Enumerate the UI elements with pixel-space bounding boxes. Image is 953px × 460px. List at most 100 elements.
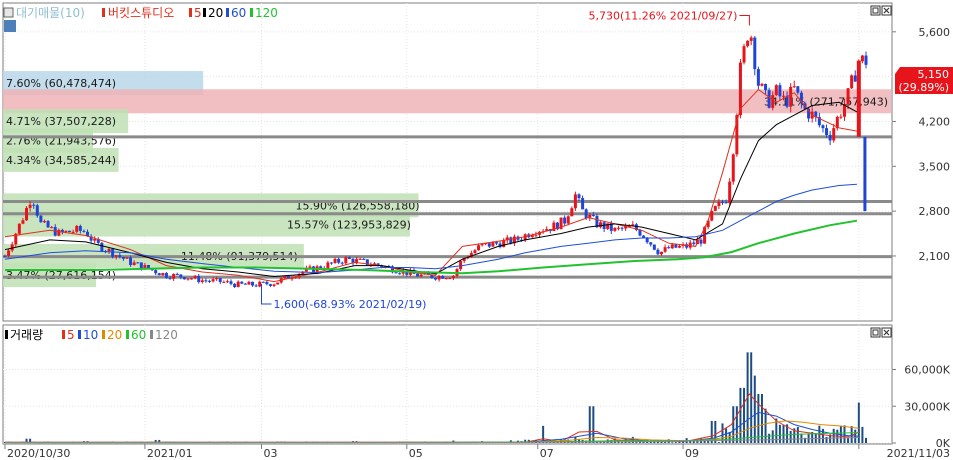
candle-body <box>272 284 276 286</box>
candle-body <box>638 229 642 236</box>
volume-bar <box>750 352 753 443</box>
candle-body <box>175 274 179 276</box>
volume-profile-label: 15.57% (123,953,829) <box>287 219 411 232</box>
candle-body <box>197 276 201 283</box>
candle-body <box>753 37 757 70</box>
candle-body <box>771 95 775 108</box>
candle-body <box>613 227 617 231</box>
candle-body <box>398 273 402 275</box>
legend-stock-title[interactable]: 버킷스튜디오 <box>108 6 174 20</box>
volume-bar <box>757 394 760 443</box>
candle-body <box>132 262 136 266</box>
close-icon[interactable] <box>881 5 892 16</box>
candle-body <box>473 250 477 254</box>
volume-legend-ma-20[interactable]: 20 <box>107 328 122 342</box>
candle-body <box>649 242 653 245</box>
volume-bar <box>847 438 850 443</box>
candle-body <box>93 239 97 241</box>
candle-body <box>254 285 258 287</box>
candle-body <box>674 244 678 248</box>
candle-body <box>190 278 194 280</box>
date-tick-label: 09 <box>685 447 699 460</box>
price-tick-label: 5,600 <box>919 26 951 39</box>
candle-body <box>258 281 262 287</box>
volume-profile-label: 7.60% (60,478,474) <box>6 77 116 90</box>
candle-body <box>839 116 843 118</box>
candle-body <box>451 275 455 279</box>
settings-icon[interactable] <box>3 7 14 18</box>
candle-body <box>344 257 348 264</box>
candle-body <box>774 85 778 96</box>
candle-body <box>667 247 671 249</box>
candle-body <box>78 225 82 231</box>
candle-body <box>268 284 272 286</box>
legend-ma-20[interactable]: 20 <box>208 6 223 20</box>
candle-body <box>419 274 423 277</box>
candle-body <box>749 37 753 41</box>
sidebar-toggle-icon[interactable] <box>4 20 16 32</box>
volume-bar <box>857 402 860 443</box>
low-annotation-label: 1,600(-68.93% 2021/02/19) <box>274 298 427 311</box>
legend-ma-120[interactable]: 120 <box>255 6 278 20</box>
candle-body <box>3 255 7 257</box>
volume-bar <box>664 442 667 443</box>
candle-body <box>233 283 237 287</box>
volume-legend-name[interactable]: 거래량 <box>10 328 43 342</box>
candle-body <box>200 280 204 283</box>
legend-indicator-name[interactable]: 대기매물(10) <box>16 6 85 20</box>
candle-body <box>746 40 750 47</box>
restore-icon[interactable] <box>870 5 881 16</box>
volume-legend-ma-10[interactable]: 10 <box>83 328 98 342</box>
candle-body <box>21 220 25 224</box>
date-tick-label: 05 <box>409 447 423 460</box>
candle-body <box>441 275 445 279</box>
candle-body <box>251 281 255 286</box>
candle-body <box>337 258 341 263</box>
candle-body <box>276 282 280 285</box>
candle-body <box>437 275 441 280</box>
volume-tick-label: 60,000K <box>904 364 950 377</box>
candle-body <box>243 283 247 285</box>
candle-body <box>168 277 172 279</box>
candle-body <box>677 245 681 248</box>
last-price-change: (29.89%) <box>898 81 949 94</box>
candle-body <box>100 242 104 252</box>
candle-body <box>699 239 703 244</box>
volume-legend-ma-5[interactable]: 5 <box>67 328 75 342</box>
candle-body <box>25 207 29 221</box>
candle-body <box>261 281 265 283</box>
volume-legend-ma-60[interactable]: 60 <box>131 328 146 342</box>
candle-body <box>64 230 68 232</box>
candle-body <box>566 216 570 224</box>
volume-bar <box>865 437 867 443</box>
candle-body <box>487 243 491 247</box>
restore-icon[interactable] <box>870 327 881 338</box>
last-price-tag: 5,150 (29.89%) <box>895 67 953 94</box>
candle-body <box>860 55 864 62</box>
volume-bar <box>768 433 771 443</box>
candle-body <box>229 281 233 284</box>
close-icon[interactable] <box>881 327 892 338</box>
candle-body <box>760 84 764 86</box>
volume-bar <box>796 426 799 443</box>
volume-bar <box>732 406 735 443</box>
candle-body <box>326 262 330 269</box>
candle-body <box>35 205 39 216</box>
candle-body <box>218 278 222 282</box>
candle-body <box>573 194 577 209</box>
legend-ma-5[interactable]: 5 <box>194 6 202 20</box>
candle-body <box>692 242 696 245</box>
volume-legend-ma-120[interactable]: 120 <box>155 328 178 342</box>
candle-body <box>265 281 269 285</box>
candle-body <box>416 273 420 277</box>
candle-body <box>207 280 211 282</box>
candle-body <box>717 201 721 207</box>
legend-ma-60[interactable]: 60 <box>231 6 246 20</box>
volume-profile-label: 4.34% (34,585,244) <box>6 154 116 167</box>
candle-body <box>179 274 183 278</box>
candle-body <box>157 273 161 276</box>
candle-body <box>670 244 674 249</box>
high-annotation-label: 5,730(11.26% 2021/09/27) <box>588 9 737 22</box>
volume-bar <box>789 430 792 443</box>
volume-bar <box>843 425 846 443</box>
